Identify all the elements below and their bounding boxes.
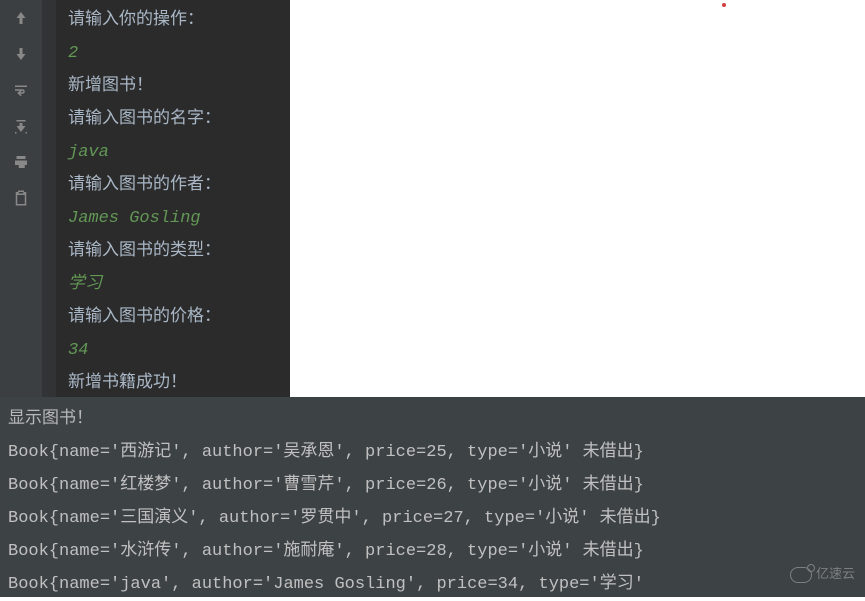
clipboard-icon[interactable] — [9, 186, 33, 210]
user-input-line: java — [68, 136, 278, 169]
console-output: 请输入你的操作： 2 新增图书！ 请输入图书的名字： java 请输入图书的作者… — [56, 0, 290, 397]
output-header: 显示图书！ — [8, 403, 857, 436]
prompt-line: 新增图书！ — [68, 70, 278, 103]
watermark-text: 亿速云 — [816, 558, 855, 591]
gutter — [42, 0, 56, 397]
watermark: 亿速云 — [790, 558, 855, 591]
arrow-up-icon[interactable] — [9, 6, 33, 30]
scroll-end-icon[interactable] — [9, 114, 33, 138]
prompt-line: 请输入图书的名字： — [68, 103, 278, 136]
print-icon[interactable] — [9, 150, 33, 174]
prompt-line: 请输入图书的作者： — [68, 169, 278, 202]
user-input-line: 2 — [68, 37, 278, 70]
prompt-line: 请输入你的操作： — [68, 4, 278, 37]
prompt-line: 请输入图书的类型： — [68, 235, 278, 268]
output-line: Book{name='水浒传', author='施耐庵', price=28,… — [8, 535, 857, 568]
red-dot-marker — [722, 3, 726, 7]
arrow-down-icon[interactable] — [9, 42, 33, 66]
user-input-line: 学习 — [68, 268, 278, 301]
watermark-logo-icon — [790, 567, 812, 583]
output-line: Book{name='java', author='James Gosling'… — [8, 568, 857, 601]
output-line: Book{name='红楼梦', author='曹雪芹', price=26,… — [8, 469, 857, 502]
console-toolbar — [0, 0, 42, 397]
blank-area — [290, 0, 865, 397]
output-line: Book{name='三国演义', author='罗贯中', price=27… — [8, 502, 857, 535]
prompt-line: 新增书籍成功！ — [68, 367, 278, 397]
user-input-line: James Gosling — [68, 202, 278, 235]
user-input-line: 34 — [68, 334, 278, 367]
output-panel: 显示图书！ Book{name='西游记', author='吴承恩', pri… — [0, 397, 865, 597]
wrap-icon[interactable] — [9, 78, 33, 102]
output-line: Book{name='西游记', author='吴承恩', price=25,… — [8, 436, 857, 469]
prompt-line: 请输入图书的价格： — [68, 301, 278, 334]
